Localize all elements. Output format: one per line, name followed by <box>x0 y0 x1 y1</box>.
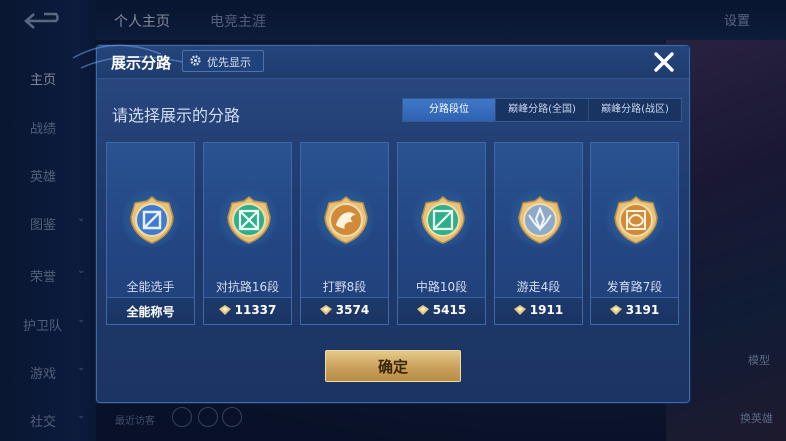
close-icon[interactable] <box>646 44 682 80</box>
lane-score-value: 3191 <box>591 303 678 317</box>
lane-score-value: 全能称号 <box>107 303 194 320</box>
lane-rank-label: 对抗路16段 <box>215 280 280 294</box>
lane-card[interactable]: 中路10段 5415 <box>397 142 486 325</box>
score-diamond-icon <box>513 305 526 315</box>
tab-peak-lane-national[interactable]: 巅峰分路(全国) <box>495 99 588 121</box>
all-round-badge-icon <box>130 196 174 244</box>
gear-icon <box>190 55 201 66</box>
select-lane-prompt: 请选择展示的分路 <box>112 106 241 125</box>
lane-score-value: 11337 <box>204 303 291 317</box>
lane-card-footer: 全能称号 <box>107 297 194 324</box>
lane-card-footer: 5415 <box>398 297 485 324</box>
lane-score-value: 1911 <box>495 303 582 317</box>
lane-card[interactable]: 发育路7段 3191 <box>590 142 679 325</box>
score-diamond-icon <box>319 305 332 315</box>
display-lane-dialog: 展示分路 优先显示 请选择展示的分路 分路段位 巅峰分路(全国) 巅峰分路(战区… <box>72 44 690 403</box>
tab-peak-lane-region[interactable]: 巅峰分路(战区) <box>588 99 681 121</box>
lane-score-text: 3574 <box>335 303 370 317</box>
score-diamond-icon <box>609 305 622 315</box>
lane-score-text: 5415 <box>432 303 467 317</box>
roam-badge-icon <box>518 196 562 244</box>
lane-rank-label: 打野8段 <box>322 280 367 294</box>
lane-rank-label: 发育路7段 <box>606 280 663 294</box>
lane-mode-segmented-control: 分路段位 巅峰分路(全国) 巅峰分路(战区) <box>402 98 682 122</box>
priority-display-button[interactable]: 优先显示 <box>182 50 264 72</box>
score-diamond-icon <box>416 305 429 315</box>
priority-display-label: 优先显示 <box>207 56 251 69</box>
score-diamond-icon <box>218 305 231 315</box>
lane-card[interactable]: 打野8段 3574 <box>300 142 389 325</box>
lane-score-text: 3191 <box>625 303 660 317</box>
farm-lane-badge-icon <box>614 196 658 244</box>
lane-score-text: 11337 <box>234 303 277 317</box>
lane-rank-label: 游走4段 <box>516 280 561 294</box>
lane-card[interactable]: 对抗路16段 11337 <box>203 142 292 325</box>
lane-score-text: 全能称号 <box>126 305 175 319</box>
lane-score-text: 1911 <box>529 303 564 317</box>
lane-card[interactable]: 全能选手 全能称号 <box>106 142 195 325</box>
tab-lane-rank[interactable]: 分路段位 <box>403 99 495 121</box>
dialog-title: 展示分路 <box>111 54 172 72</box>
jungle-badge-icon <box>324 196 368 244</box>
lane-card-footer: 11337 <box>204 297 291 324</box>
lane-score-value: 3574 <box>301 303 388 317</box>
lane-rank-label: 中路10段 <box>415 280 468 294</box>
lane-card-footer: 3574 <box>301 297 388 324</box>
mid-lane-badge-icon <box>421 196 465 244</box>
lane-rank-label: 全能选手 <box>126 280 175 294</box>
lane-card-footer: 1911 <box>495 297 582 324</box>
confirm-button[interactable]: 确定 <box>325 350 461 382</box>
lane-score-value: 5415 <box>398 303 485 317</box>
lane-card[interactable]: 游走4段 1911 <box>494 142 583 325</box>
clash-lane-badge-icon <box>227 196 271 244</box>
dialog-header: 展示分路 优先显示 <box>72 44 689 80</box>
lane-card-footer: 3191 <box>591 297 678 324</box>
